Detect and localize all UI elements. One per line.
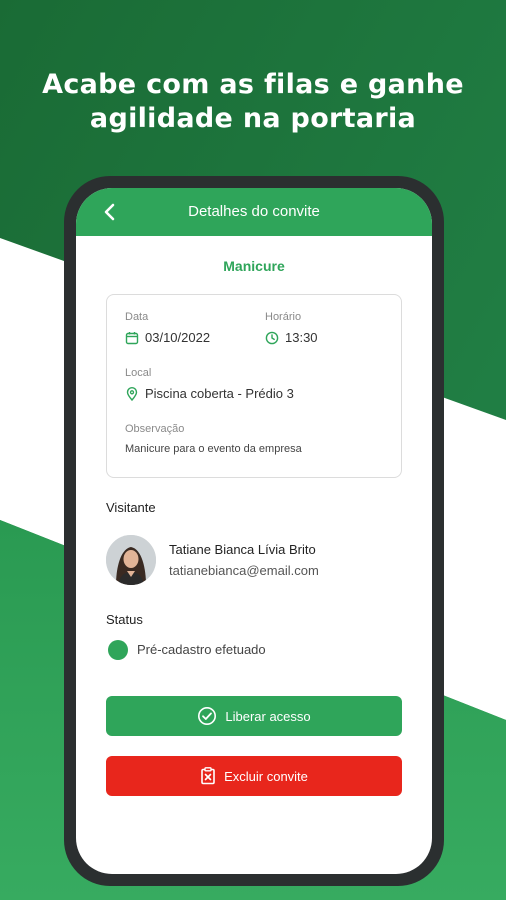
visitor-section-title: Visitante (106, 500, 156, 515)
check-circle-icon (198, 707, 217, 725)
headline-line-2: agilidade na portaria (89, 103, 417, 134)
chevron-left-icon (104, 203, 115, 221)
back-button[interactable] (98, 200, 122, 224)
location-pin-icon (126, 386, 138, 401)
grant-access-button[interactable]: Liberar acesso (106, 696, 402, 736)
phone-frame: Detalhes do convite Manicure Data 03/10/… (64, 176, 444, 886)
time-field: 13:30 (265, 330, 318, 345)
invite-details-card: Data 03/10/2022 Horário 13:30 Local Pisc… (106, 294, 402, 478)
status-indicator (108, 640, 128, 660)
clock-icon (265, 331, 279, 344)
delete-invite-label: Excluir convite (224, 768, 308, 784)
headline-line-1: Acabe com as filas e ganhe (42, 69, 464, 100)
note-value: Manicure para o evento da empresa (125, 443, 302, 455)
location-label: Local (125, 367, 152, 379)
visitor-name: Tatiane Bianca Lívia Brito (169, 542, 316, 557)
app-bar: Detalhes do convite (76, 188, 432, 236)
visitor-email: tatianebianca@email.com (169, 563, 319, 578)
date-label: Data (125, 311, 149, 323)
phone-screen: Detalhes do convite Manicure Data 03/10/… (76, 188, 432, 874)
app-bar-title: Detalhes do convite (188, 203, 320, 220)
date-value: 03/10/2022 (145, 330, 211, 345)
grant-access-label: Liberar acesso (225, 708, 311, 724)
invite-title: Manicure (223, 258, 285, 274)
delete-invite-button[interactable]: Excluir convite (106, 756, 402, 796)
time-label: Horário (265, 311, 302, 323)
status-value: Pré-cadastro efetuado (137, 642, 266, 657)
visitor-photo (106, 535, 156, 585)
time-value: 13:30 (285, 330, 318, 345)
status-section-title: Status (106, 612, 143, 627)
delete-doc-icon (201, 767, 215, 785)
date-field: 03/10/2022 (125, 330, 210, 345)
note-label: Observação (125, 423, 185, 435)
location-field: Piscina coberta - Prédio 3 (125, 386, 294, 401)
headline: Acabe com as filas e ganhe agilidade na … (0, 68, 506, 136)
avatar (106, 535, 156, 585)
calendar-icon (125, 331, 139, 344)
location-value: Piscina coberta - Prédio 3 (145, 386, 294, 401)
